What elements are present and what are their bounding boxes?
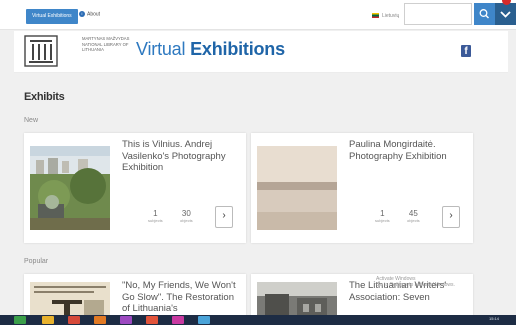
site-title-strong: Exhibitions [190,39,285,59]
objects-count: 45 objects [407,209,420,223]
expand-menu-button[interactable] [495,3,516,25]
explorer-icon[interactable] [42,316,54,324]
info-icon: i [79,11,85,17]
chevron-down-icon [500,11,511,18]
site-title[interactable]: Virtual Exhibitions [136,39,285,60]
watermark-line-2: Go to Settings to activate Windows. [376,282,455,288]
objects-count: 30 objects [180,209,193,223]
search-icon [479,9,489,19]
objects-number: 30 [181,209,191,218]
next-arrow-button[interactable]: › [215,206,233,228]
subjects-label: subjects [375,218,390,223]
browser-icon[interactable] [198,316,210,324]
app-icon[interactable] [120,316,132,324]
library-logo[interactable] [24,34,58,68]
app-icon[interactable] [94,316,106,324]
app-icon[interactable] [146,316,158,324]
page-title: Exhibits [24,91,65,103]
subjects-count: 1 subjects [375,209,390,223]
subjects-label: subjects [148,218,163,223]
virtual-exhibitions-tab[interactable]: Virtual Exhibitions [26,9,78,24]
objects-label: objects [407,218,420,223]
exhibit-title[interactable]: Paulina Mongirdaitė. Photography Exhibit… [349,139,467,162]
about-link[interactable]: i About [79,11,100,17]
language-label: Lietuvių [382,13,400,19]
exhibit-card[interactable]: This is Vilnius. Andrej Vasilenko's Phot… [24,133,246,243]
exhibit-thumbnail[interactable] [30,146,110,230]
facebook-icon[interactable]: f [461,45,471,57]
section-label-new: New [24,117,39,124]
taskbar-clock[interactable]: 15:14 [489,316,499,321]
media-icon[interactable] [68,316,80,324]
subjects-number: 1 [380,209,385,218]
top-bar: Virtual Exhibitions i About Lietuvių [0,0,516,30]
search-input[interactable] [404,3,472,25]
app-icon[interactable] [172,316,184,324]
taskbar: 15:14 [0,315,516,325]
exhibit-thumbnail[interactable] [257,146,337,230]
objects-number: 45 [408,209,418,218]
exhibit-card[interactable]: Paulina Mongirdaitė. Photography Exhibit… [251,133,473,243]
search-button[interactable] [474,3,495,25]
objects-label: objects [180,218,193,223]
library-name: MARTYNAS MAŽVYDAS NATIONAL LIBRARY OF LI… [82,36,130,53]
exhibit-title[interactable]: This is Vilnius. Andrej Vasilenko's Phot… [122,139,240,174]
about-label: About [87,11,101,18]
site-title-light: Virtual [136,39,186,59]
subjects-count: 1 subjects [148,209,163,223]
site-header: MARTYNAS MAŽVYDAS NATIONAL LIBRARY OF LI… [14,31,508,73]
browser-viewport: Virtual Exhibitions i About Lietuvių MAR… [0,0,516,325]
start-button-icon[interactable] [14,316,26,324]
next-arrow-button[interactable]: › [442,206,460,228]
activate-windows-watermark: Activate Windows Go to Settings to activ… [376,276,455,288]
subjects-number: 1 [153,209,158,218]
section-label-popular: Popular [24,258,49,265]
lithuania-flag-icon [372,13,379,19]
language-switch[interactable]: Lietuvių [372,13,399,19]
